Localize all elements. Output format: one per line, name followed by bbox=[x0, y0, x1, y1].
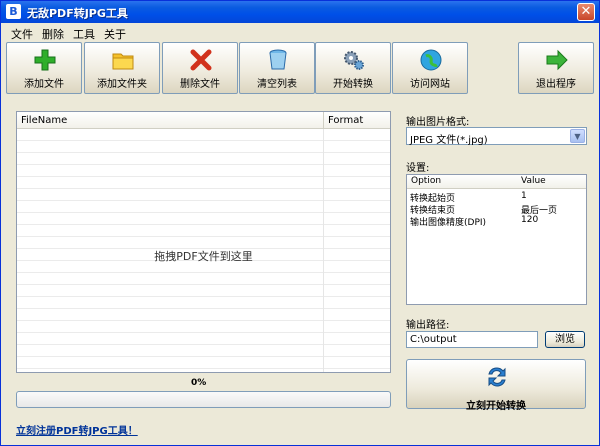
output-format-label: 输出图片格式: bbox=[406, 117, 470, 128]
settings-value[interactable]: 1 bbox=[521, 191, 527, 201]
close-button[interactable]: ✕ bbox=[577, 3, 595, 21]
start-convert-button-label: 立刻开始转换 bbox=[466, 401, 526, 412]
red-x-icon bbox=[190, 49, 212, 71]
column-format[interactable]: Format bbox=[323, 112, 367, 129]
settings-header: Option Value bbox=[407, 175, 586, 189]
settings-col-value: Value bbox=[521, 176, 546, 186]
progress-percent: 0% bbox=[191, 378, 207, 388]
delete-file-label: 删除文件 bbox=[180, 79, 220, 90]
visit-website-label: 访问网站 bbox=[410, 79, 450, 90]
menu-tools[interactable]: 工具 bbox=[73, 26, 95, 42]
globe-icon bbox=[420, 49, 442, 71]
output-path-value: C:\output bbox=[410, 334, 457, 345]
browse-button[interactable]: 浏览 bbox=[545, 331, 585, 348]
file-list-body[interactable]: 拖拽PDF文件到这里 bbox=[17, 129, 390, 372]
settings-label: 设置: bbox=[406, 163, 430, 174]
delete-file-button[interactable]: 删除文件 bbox=[162, 42, 238, 94]
start-convert-button[interactable]: 立刻开始转换 bbox=[406, 359, 586, 412]
progress-bar bbox=[16, 391, 391, 408]
exit-label: 退出程序 bbox=[536, 79, 576, 90]
exit-button[interactable]: 退出程序 bbox=[518, 42, 594, 94]
add-folder-button[interactable]: 添加文件夹 bbox=[84, 42, 160, 94]
settings-option: 输出图像精度(DPI) bbox=[410, 218, 487, 228]
register-link[interactable]: 立刻注册PDF转JPG工具！ bbox=[16, 422, 138, 437]
app-icon: B bbox=[6, 4, 21, 19]
menu-file[interactable]: 文件 bbox=[11, 26, 33, 42]
settings-value[interactable]: 120 bbox=[521, 215, 538, 225]
visit-website-button[interactable]: 访问网站 bbox=[392, 42, 468, 94]
toolbar: 添加文件 添加文件夹 删除文件 清空列表 开始转换 访问网站 退出程序 bbox=[1, 41, 599, 95]
window-title: 无敌PDF转JPG工具 bbox=[27, 7, 128, 20]
green-arrow-right-icon bbox=[546, 49, 568, 71]
convert-icon bbox=[488, 367, 506, 387]
chevron-down-icon[interactable]: ▼ bbox=[570, 129, 585, 143]
file-list[interactable]: FileName Format 拖拽PDF文件到这里 bbox=[16, 111, 391, 373]
menu-about[interactable]: 关于 bbox=[104, 26, 126, 42]
column-filename[interactable]: FileName bbox=[21, 115, 67, 126]
gears-icon bbox=[344, 51, 364, 70]
file-list-header: FileName Format bbox=[17, 112, 390, 129]
settings-col-option: Option bbox=[411, 176, 442, 186]
app-window: B 无敌PDF转JPG工具 ✕ 文件 删除 工具 关于 添加文件 添加文件夹 删… bbox=[0, 0, 600, 446]
folder-icon bbox=[112, 53, 134, 70]
add-file-label: 添加文件 bbox=[24, 79, 64, 90]
start-convert-label: 开始转换 bbox=[333, 79, 373, 90]
title-bar: B 无敌PDF转JPG工具 ✕ bbox=[1, 1, 599, 23]
settings-row[interactable]: 转换结束页 最后一页 bbox=[407, 203, 586, 216]
output-path-label: 输出路径: bbox=[406, 320, 450, 331]
clear-list-label: 清空列表 bbox=[257, 79, 297, 90]
clear-list-button[interactable]: 清空列表 bbox=[239, 42, 315, 94]
output-format-value: JPEG 文件(*.jpg) bbox=[410, 135, 488, 146]
add-folder-label: 添加文件夹 bbox=[97, 79, 147, 90]
output-path-input[interactable]: C:\output bbox=[406, 331, 538, 348]
settings-row[interactable]: 输出图像精度(DPI) 120 bbox=[407, 215, 586, 228]
green-plus-icon bbox=[34, 49, 56, 71]
settings-table: Option Value 转换起始页 1 转换结束页 最后一页 输出图像精度(D… bbox=[406, 174, 587, 305]
output-format-select[interactable]: JPEG 文件(*.jpg) ▼ bbox=[406, 127, 587, 146]
menu-delete[interactable]: 删除 bbox=[42, 26, 64, 42]
start-convert-toolbar-button[interactable]: 开始转换 bbox=[315, 42, 391, 94]
trash-can-icon bbox=[269, 49, 287, 70]
drop-hint: 拖拽PDF文件到这里 bbox=[154, 250, 253, 263]
menu-bar: 文件 删除 工具 关于 bbox=[1, 23, 599, 41]
settings-row[interactable]: 转换起始页 1 bbox=[407, 191, 586, 204]
add-file-button[interactable]: 添加文件 bbox=[6, 42, 82, 94]
